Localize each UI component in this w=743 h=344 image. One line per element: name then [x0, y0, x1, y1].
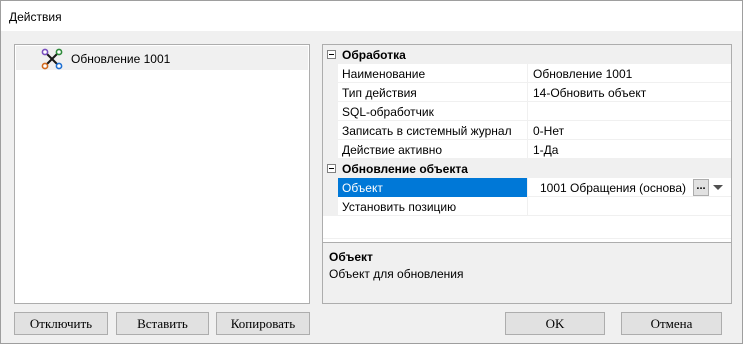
property-name: Записать в системный журнал	[338, 121, 528, 140]
ellipsis-button[interactable]: ...	[693, 179, 709, 196]
property-name: Действие активно	[338, 140, 528, 159]
insert-button[interactable]: Вставить	[116, 312, 209, 335]
property-name: SQL-обработчик	[338, 102, 528, 121]
property-row-write-log[interactable]: Записать в системный журнал 0-Нет	[323, 121, 731, 140]
property-row-action-type[interactable]: Тип действия 14-Обновить объект	[323, 83, 731, 102]
row-gutter	[323, 178, 338, 197]
category-object-update[interactable]: Обновление объекта	[323, 159, 731, 178]
property-value[interactable]: 14-Обновить объект	[529, 83, 731, 102]
category-label: Обработка	[342, 48, 406, 62]
tree-item-label: Обновление 1001	[71, 52, 171, 66]
category-label: Обновление объекта	[342, 162, 468, 176]
property-row-name[interactable]: Наименование Обновление 1001	[323, 64, 731, 83]
tree-item-update-1001[interactable]: Обновление 1001	[16, 46, 308, 70]
property-row-object[interactable]: Объект 1001 Обращения (основа) ...	[323, 178, 731, 197]
description-title: Объект	[329, 250, 373, 264]
row-gutter	[323, 102, 338, 121]
property-name: Наименование	[338, 64, 528, 83]
collapse-icon[interactable]	[327, 164, 336, 173]
row-gutter	[323, 197, 338, 216]
collapse-icon[interactable]	[327, 50, 336, 59]
description-panel: Объект Объект для обновления	[323, 242, 731, 303]
row-gutter	[323, 140, 338, 159]
disable-button[interactable]: Отключить	[14, 312, 108, 335]
property-value[interactable]	[529, 197, 731, 216]
property-name: Объект	[338, 178, 528, 197]
actions-dialog: Действия Обновление 1001 Обработка Наиме…	[0, 0, 743, 344]
row-gutter	[323, 64, 338, 83]
property-row-action-active[interactable]: Действие активно 1-Да	[323, 140, 731, 159]
property-name: Тип действия	[338, 83, 528, 102]
action-node-icon	[41, 48, 63, 70]
property-value[interactable]: 0-Нет	[529, 121, 731, 140]
grid-empty-area	[323, 216, 731, 239]
actions-tree[interactable]: Обновление 1001	[14, 44, 310, 304]
row-gutter	[323, 83, 338, 102]
chevron-down-icon[interactable]	[713, 185, 723, 190]
property-value[interactable]	[529, 102, 731, 121]
property-name: Установить позицию	[338, 197, 528, 216]
property-grid[interactable]: Обработка Наименование Обновление 1001 Т…	[322, 44, 732, 304]
ok-button[interactable]: OK	[505, 312, 605, 335]
copy-button[interactable]: Копировать	[216, 312, 310, 335]
row-gutter	[323, 121, 338, 140]
cancel-button[interactable]: Отмена	[621, 312, 722, 335]
window-title: Действия	[9, 10, 62, 24]
property-row-set-position[interactable]: Установить позицию	[323, 197, 731, 216]
description-text: Объект для обновления	[329, 267, 464, 281]
property-value[interactable]: Обновление 1001	[529, 64, 731, 83]
property-row-sql-handler[interactable]: SQL-обработчик	[323, 102, 731, 121]
category-processing[interactable]: Обработка	[323, 45, 731, 64]
property-value[interactable]: 1-Да	[529, 140, 731, 159]
title-bar: Действия	[1, 1, 742, 31]
